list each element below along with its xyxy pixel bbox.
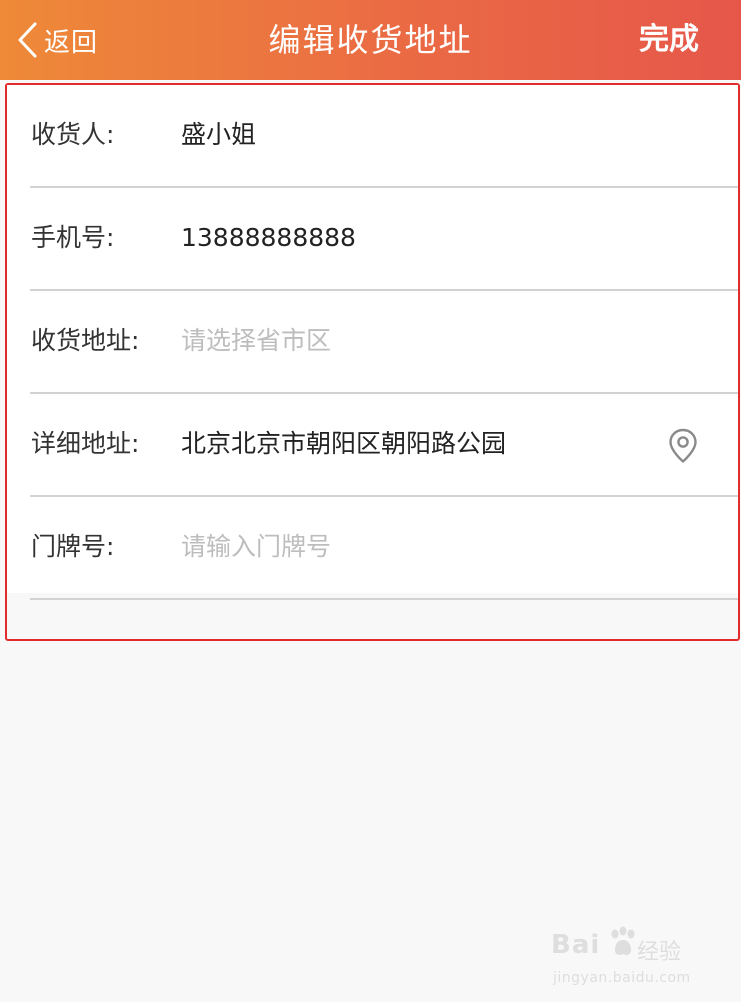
detail-address-row[interactable]: 详细地址: 北京北京市朝阳区朝阳路公园 [7,394,738,497]
house-number-label: 门牌号: [31,532,115,561]
detail-address-input[interactable]: 北京北京市朝阳区朝阳路公园 [181,394,661,494]
nav-bar: 返回 编辑收货地址 完成 [0,0,741,80]
recipient-row[interactable]: 收货人: 盛小姐 [7,85,738,188]
phone-input[interactable]: 13888888888 [181,188,661,288]
detail-address-label: 详细地址: [31,429,140,458]
region-select[interactable]: 请选择省市区 [181,291,661,391]
page-title: 编辑收货地址 [268,21,473,59]
watermark-url: jingyan.baidu.com [553,970,691,986]
address-form: 收货人: 盛小姐 手机号: 13888888888 收货地址: 请选择省市区 详… [7,85,738,600]
done-button[interactable]: 完成 [639,0,699,80]
recipient-input[interactable]: 盛小姐 [181,85,661,185]
back-label: 返回 [44,27,99,58]
divider [30,598,738,600]
chevron-left-icon [16,21,38,59]
watermark-logo-suffix: 经验 [637,940,682,965]
address-form-highlight: 收货人: 盛小姐 手机号: 13888888888 收货地址: 请选择省市区 详… [5,83,740,641]
paw-icon [609,926,637,962]
back-button[interactable]: 返回 [16,0,98,80]
region-label: 收货地址: [31,326,140,355]
recipient-label: 收货人: [31,120,115,149]
baidu-jingyan-watermark: Bai 经验 jingyan.baidu.com [551,926,701,986]
phone-label: 手机号: [31,223,115,252]
phone-row[interactable]: 手机号: 13888888888 [7,188,738,291]
watermark-logo-text: Bai [551,930,601,960]
house-number-row[interactable]: 门牌号: 请输入门牌号 [7,497,738,600]
location-pin-icon[interactable] [668,428,698,468]
region-row[interactable]: 收货地址: 请选择省市区 [7,291,738,394]
house-number-input[interactable]: 请输入门牌号 [181,497,661,597]
